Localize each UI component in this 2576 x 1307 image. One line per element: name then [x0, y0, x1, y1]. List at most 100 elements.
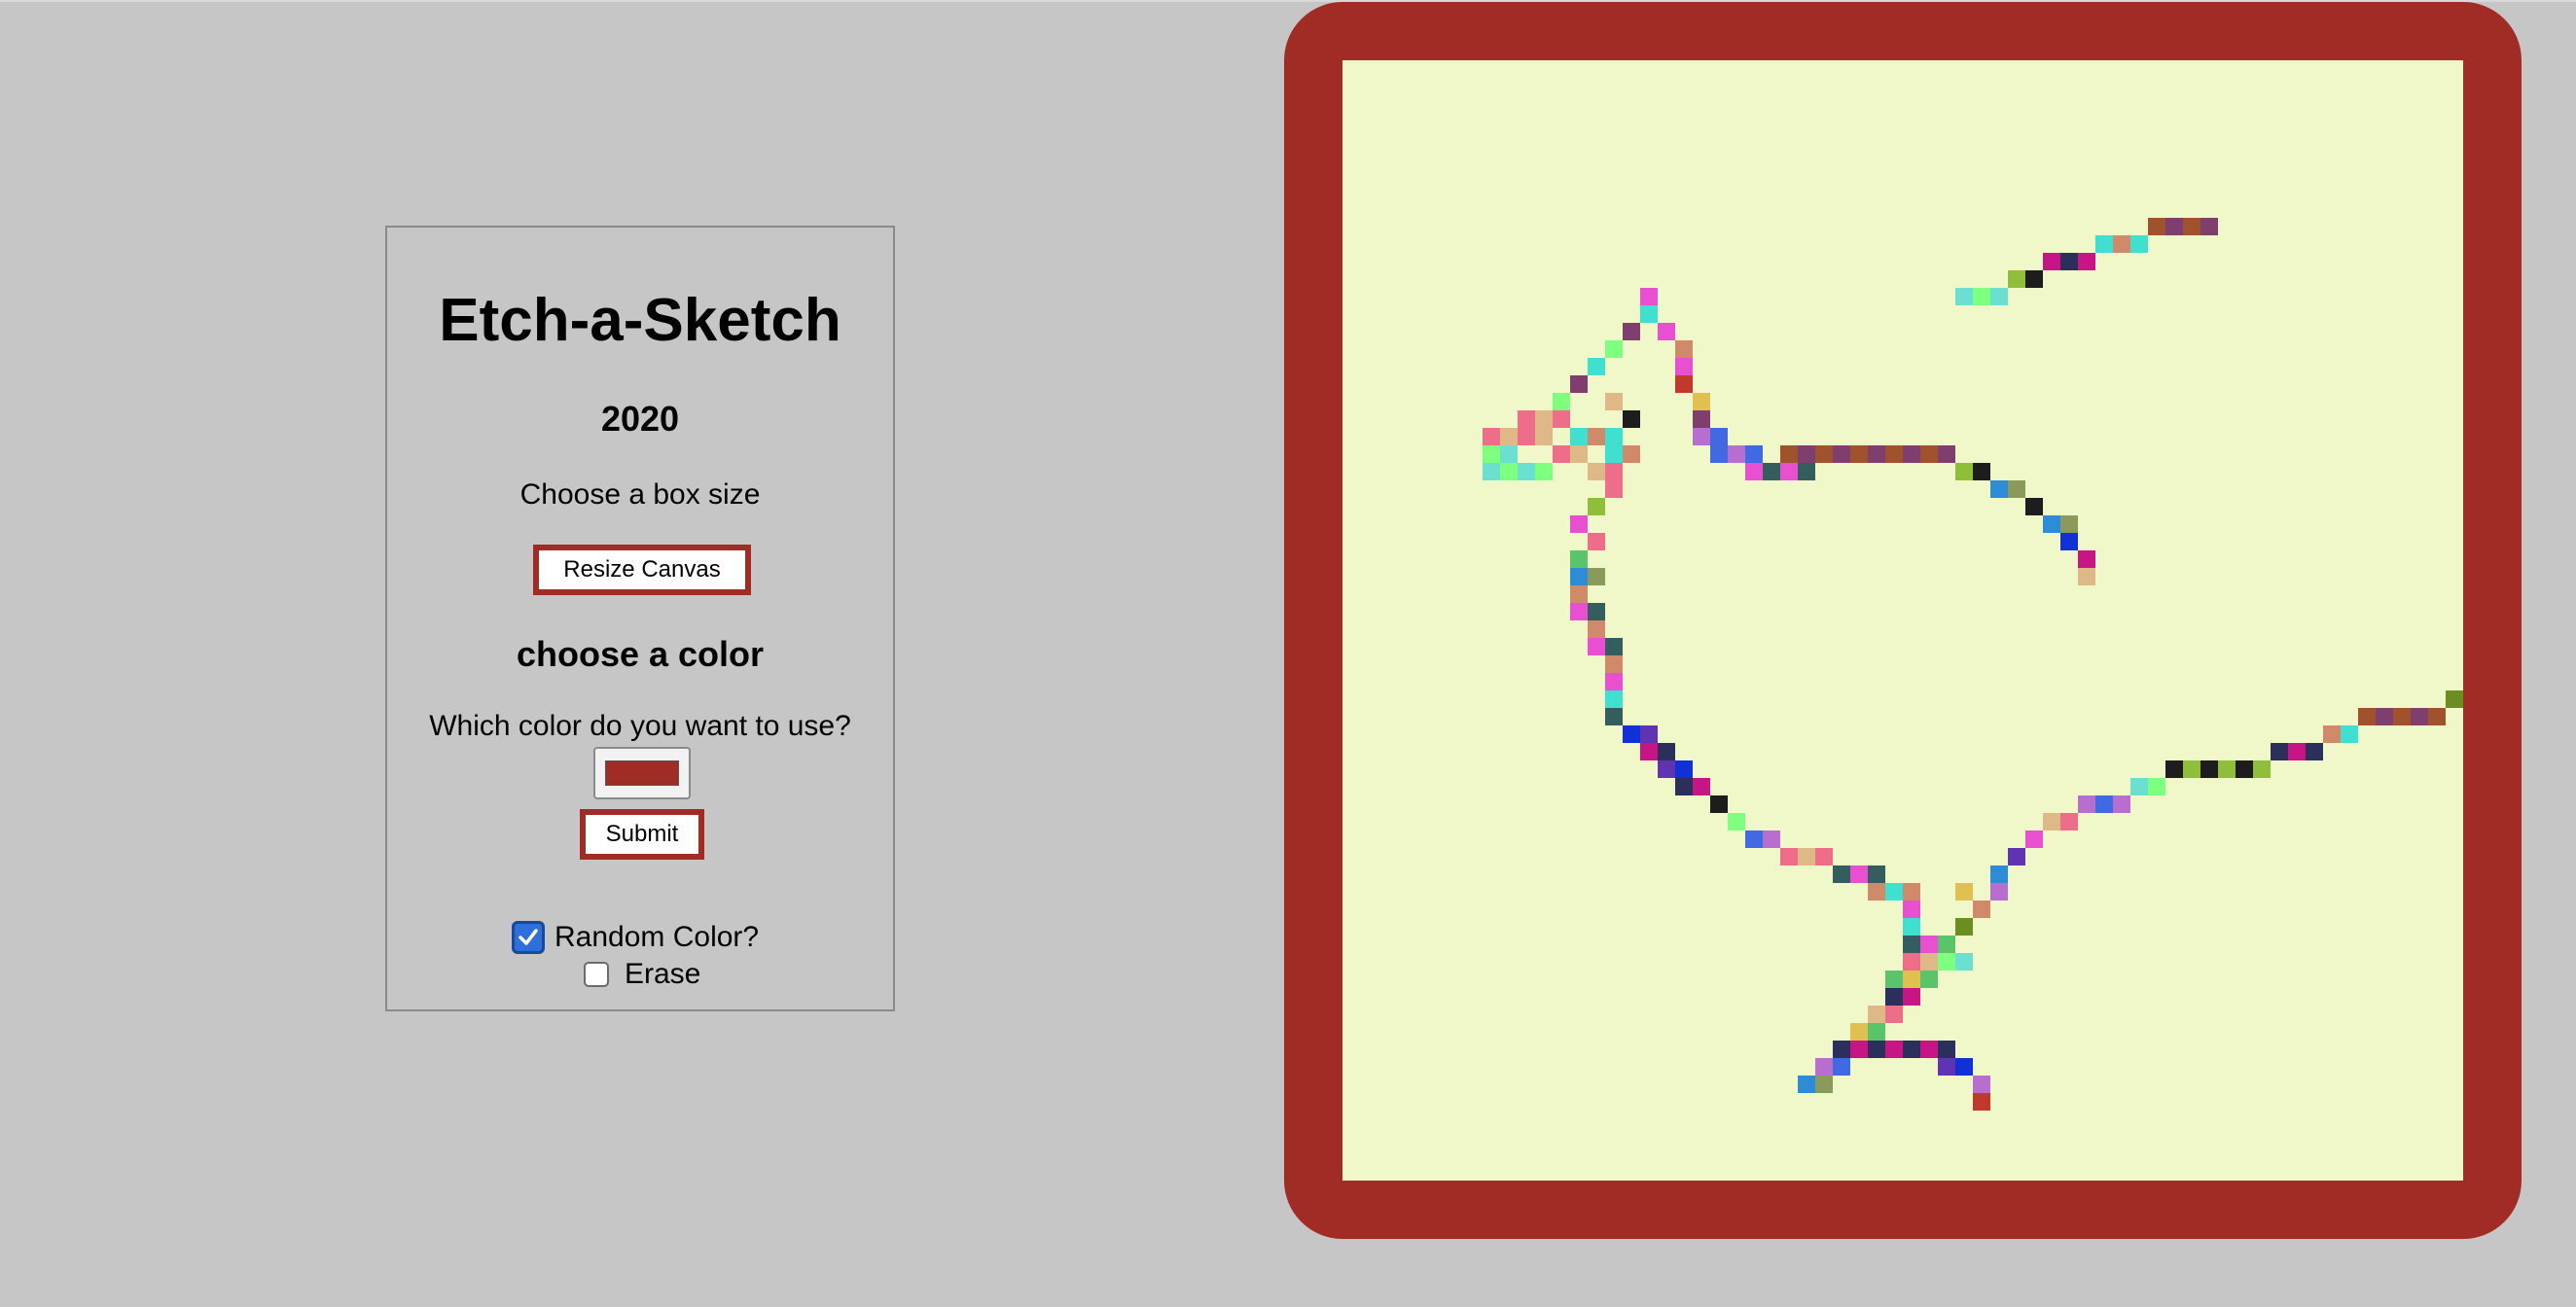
- canvas-cell[interactable]: [1938, 936, 1955, 953]
- canvas-cell[interactable]: [1885, 1041, 1903, 1058]
- canvas-cell[interactable]: [2078, 550, 2095, 568]
- canvas-cell[interactable]: [1990, 480, 2008, 498]
- canvas-cell[interactable]: [1955, 883, 1973, 901]
- canvas-cell[interactable]: [1710, 445, 1728, 463]
- canvas-cell[interactable]: [2183, 218, 2200, 235]
- canvas-cell[interactable]: [1605, 445, 1623, 463]
- canvas-cell[interactable]: [1693, 428, 1710, 445]
- canvas-cell[interactable]: [1815, 848, 1833, 865]
- canvas-cell[interactable]: [1728, 813, 1745, 830]
- canvas-cell[interactable]: [1938, 1058, 1955, 1076]
- canvas-cell[interactable]: [2078, 568, 2095, 585]
- canvas-cell[interactable]: [1570, 375, 1588, 393]
- canvas-cell[interactable]: [1903, 445, 1920, 463]
- canvas-cell[interactable]: [1973, 1093, 1990, 1111]
- canvas-cell[interactable]: [1605, 638, 1623, 655]
- canvas-cell[interactable]: [1780, 463, 1798, 480]
- canvas-cell[interactable]: [2428, 708, 2446, 725]
- canvas-cell[interactable]: [1850, 865, 1868, 883]
- canvas-cell[interactable]: [1745, 445, 1763, 463]
- canvas-cell[interactable]: [1535, 463, 1553, 480]
- canvas-cell[interactable]: [2393, 708, 2411, 725]
- canvas-cell[interactable]: [1833, 1041, 1850, 1058]
- canvas-cell[interactable]: [2376, 708, 2393, 725]
- canvas-cell[interactable]: [1920, 953, 1938, 971]
- canvas-cell[interactable]: [2271, 743, 2288, 760]
- canvas-cell[interactable]: [1570, 603, 1588, 620]
- canvas-cell[interactable]: [2165, 760, 2183, 778]
- canvas-cell[interactable]: [2043, 515, 2060, 533]
- canvas-cell[interactable]: [2078, 253, 2095, 270]
- canvas-cell[interactable]: [2095, 235, 2113, 253]
- canvas-cell[interactable]: [1938, 445, 1955, 463]
- canvas-cell[interactable]: [1570, 585, 1588, 603]
- canvas-cell[interactable]: [1570, 568, 1588, 585]
- submit-button[interactable]: Submit: [580, 809, 704, 860]
- canvas-cell[interactable]: [2253, 760, 2271, 778]
- canvas-cell[interactable]: [1903, 918, 1920, 936]
- canvas-cell[interactable]: [1745, 830, 1763, 848]
- canvas-cell[interactable]: [1955, 288, 1973, 305]
- canvas-cell[interactable]: [1693, 778, 1710, 795]
- canvas-cell[interactable]: [1588, 358, 1605, 375]
- canvas-cell[interactable]: [1570, 428, 1588, 445]
- canvas-cell[interactable]: [1605, 708, 1623, 725]
- canvas-cell[interactable]: [1973, 1076, 1990, 1093]
- canvas-cell[interactable]: [1483, 445, 1500, 463]
- canvas-cell[interactable]: [1588, 428, 1605, 445]
- canvas-cell[interactable]: [1623, 323, 1640, 340]
- canvas-cell[interactable]: [1868, 1041, 1885, 1058]
- canvas-cell[interactable]: [1710, 795, 1728, 813]
- canvas-cell[interactable]: [1955, 953, 1973, 971]
- canvas-cell[interactable]: [1588, 463, 1605, 480]
- canvas-cell[interactable]: [1745, 463, 1763, 480]
- canvas-cell[interactable]: [1553, 393, 1570, 410]
- canvas-cell[interactable]: [1868, 445, 1885, 463]
- canvas-cell[interactable]: [1850, 445, 1868, 463]
- canvas-cell[interactable]: [1763, 463, 1780, 480]
- canvas-cell[interactable]: [1605, 393, 1623, 410]
- canvas-cell[interactable]: [1885, 1006, 1903, 1023]
- canvas-cell[interactable]: [1500, 428, 1518, 445]
- canvas-cell[interactable]: [1815, 1058, 1833, 1076]
- canvas-cell[interactable]: [1658, 323, 1675, 340]
- canvas-cell[interactable]: [2341, 725, 2358, 743]
- canvas-cell[interactable]: [1518, 410, 1535, 428]
- canvas-cell[interactable]: [1658, 760, 1675, 778]
- canvas-cell[interactable]: [1605, 480, 1623, 498]
- canvas-cell[interactable]: [1553, 410, 1570, 428]
- canvas-cell[interactable]: [1570, 550, 1588, 568]
- canvas-cell[interactable]: [1780, 848, 1798, 865]
- canvas-cell[interactable]: [1605, 340, 1623, 358]
- canvas-cell[interactable]: [1588, 533, 1605, 550]
- canvas-cell[interactable]: [1658, 743, 1675, 760]
- canvas-cell[interactable]: [1973, 901, 1990, 918]
- canvas-cell[interactable]: [2008, 270, 2025, 288]
- canvas-cell[interactable]: [1518, 463, 1535, 480]
- canvas-cell[interactable]: [2148, 218, 2165, 235]
- canvas-cell[interactable]: [1903, 936, 1920, 953]
- canvas-cell[interactable]: [2025, 498, 2043, 515]
- canvas-cell[interactable]: [1955, 1058, 1973, 1076]
- canvas-cell[interactable]: [1675, 358, 1693, 375]
- canvas-cell[interactable]: [2130, 778, 2148, 795]
- canvas-cell[interactable]: [2218, 760, 2236, 778]
- canvas-cell[interactable]: [1973, 463, 1990, 480]
- canvas-cell[interactable]: [1833, 445, 1850, 463]
- canvas-cell[interactable]: [1815, 1076, 1833, 1093]
- canvas-cell[interactable]: [1675, 375, 1693, 393]
- canvas-cell[interactable]: [1535, 428, 1553, 445]
- canvas-cell[interactable]: [1833, 1058, 1850, 1076]
- canvas-cell[interactable]: [1920, 936, 1938, 953]
- canvas-cell[interactable]: [1885, 971, 1903, 988]
- canvas-cell[interactable]: [1500, 463, 1518, 480]
- canvas-cell[interactable]: [1868, 865, 1885, 883]
- canvas-cell[interactable]: [2165, 218, 2183, 235]
- canvas-cell[interactable]: [1623, 725, 1640, 743]
- canvas-cell[interactable]: [1990, 865, 2008, 883]
- canvas-cell[interactable]: [1903, 1041, 1920, 1058]
- canvas-cell[interactable]: [2323, 725, 2341, 743]
- canvas-cell[interactable]: [1623, 410, 1640, 428]
- canvas-cell[interactable]: [1815, 445, 1833, 463]
- canvas-cell[interactable]: [2130, 235, 2148, 253]
